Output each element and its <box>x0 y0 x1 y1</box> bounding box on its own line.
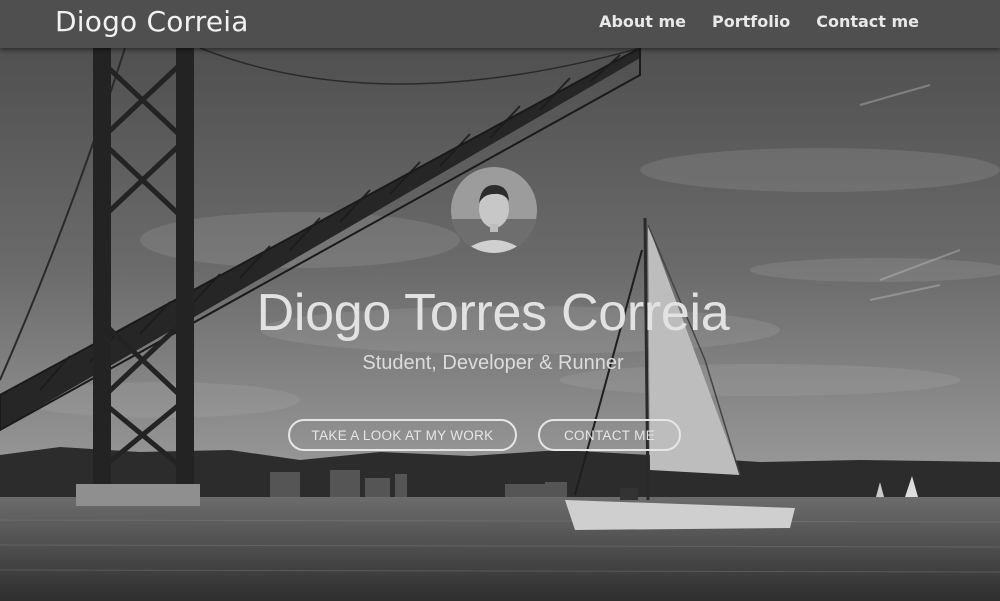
nav-link-portfolio[interactable]: Portfolio <box>712 12 790 31</box>
nav-link-about-me[interactable]: About me <box>599 12 686 31</box>
nav-link-contact-me[interactable]: Contact me <box>816 12 919 31</box>
contact-me-button[interactable]: CONTACT ME <box>538 419 681 451</box>
take-a-look-at-my-work-button[interactable]: TAKE A LOOK AT MY WORK <box>288 419 517 451</box>
brand-link[interactable]: Diogo Correia <box>55 5 249 38</box>
hero-name-heading: Diogo Torres Correia <box>256 284 730 342</box>
hero-tagline: Student, Developer & Runner <box>362 352 624 374</box>
profile-photo <box>451 167 537 253</box>
profile-avatar <box>451 167 537 253</box>
top-navbar: Diogo Correia About me Portfolio Contact… <box>0 0 1000 48</box>
nav-links: About me Portfolio Contact me <box>599 12 919 31</box>
